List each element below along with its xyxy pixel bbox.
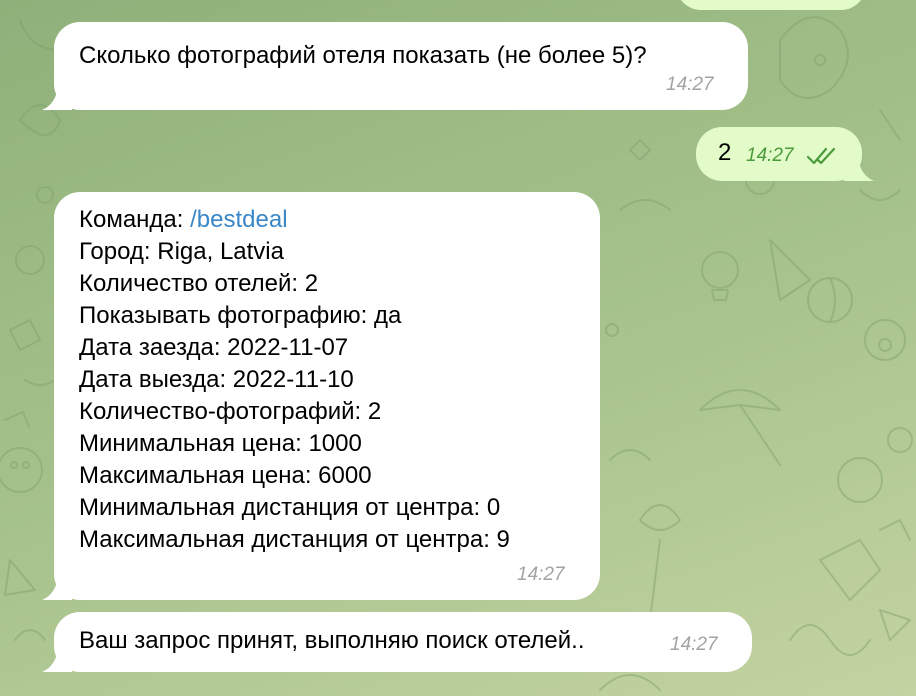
summary-checkin: Дата заезда: 2022-11-07 — [79, 334, 349, 361]
incoming-message-summary[interactable]: Команда: /bestdeal Город: Riga, Latvia К… — [42, 192, 600, 600]
summary-city: Город: Riga, Latvia — [79, 238, 284, 265]
command-label: Команда: — [79, 206, 191, 233]
summary-max-price: Максимальная цена: 6000 — [79, 462, 372, 489]
chat-history: Сколько фотографий отеля показать (не бо… — [0, 0, 916, 696]
outgoing-message[interactable]: 2 14:27 — [696, 127, 874, 181]
bubble-tail — [42, 86, 72, 110]
bubble-tail — [844, 157, 874, 181]
message-text: Ваш запрос принят, выполняю поиск отелей… — [79, 627, 585, 654]
outgoing-message-partial — [676, 0, 866, 10]
message-text: 2 — [718, 139, 732, 166]
summary-lines: Команда: /bestdeal Город: Riga, Latvia К… — [79, 204, 510, 556]
bubble-tail — [42, 576, 72, 600]
summary-show-photo: Показывать фотографию: да — [79, 302, 402, 329]
double-check-icon — [806, 147, 836, 165]
message-time: 14:27 — [746, 145, 794, 166]
command-link[interactable]: /bestdeal — [190, 206, 287, 233]
summary-photos-count: Количество-фотографий: 2 — [79, 398, 382, 425]
message-text: Сколько фотографий отеля показать (не бо… — [79, 42, 647, 69]
summary-hotels-count: Количество отелей: 2 — [79, 270, 319, 297]
incoming-message[interactable]: Ваш запрос принят, выполняю поиск отелей… — [42, 612, 752, 672]
message-time: 14:27 — [670, 634, 718, 655]
summary-max-distance: Максимальная дистанция от центра: 9 — [79, 526, 510, 553]
bubble-tail — [42, 648, 72, 672]
message-time: 14:27 — [517, 564, 565, 585]
incoming-message[interactable]: Сколько фотографий отеля показать (не бо… — [42, 22, 748, 110]
message-time: 14:27 — [666, 74, 714, 95]
summary-min-price: Минимальная цена: 1000 — [79, 430, 362, 457]
summary-min-distance: Минимальная дистанция от центра: 0 — [79, 494, 501, 521]
summary-command: Команда: /bestdeal — [79, 204, 510, 236]
summary-checkout: Дата выезда: 2022-11-10 — [79, 366, 354, 393]
